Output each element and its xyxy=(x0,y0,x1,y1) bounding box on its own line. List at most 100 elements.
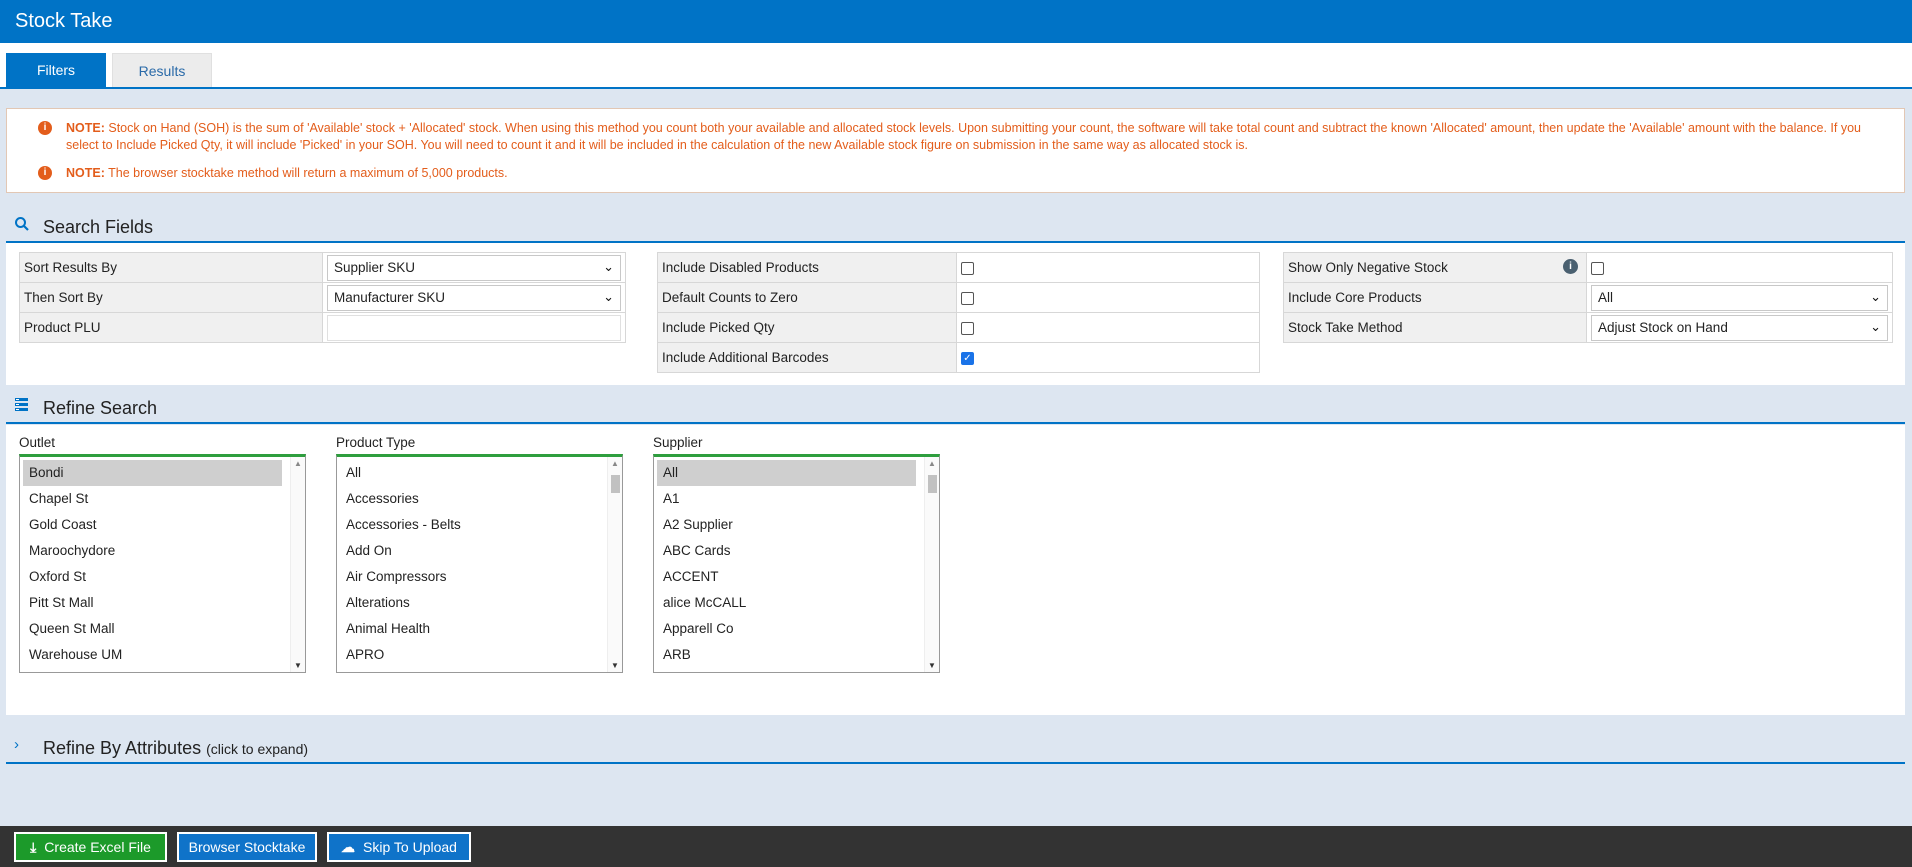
list-item[interactable]: Add On xyxy=(340,538,599,564)
search-icon xyxy=(14,216,30,237)
refine-search-header: Refine Search xyxy=(6,390,1905,424)
skip-to-upload-button[interactable]: ☁ Skip To Upload xyxy=(327,832,471,862)
list-item[interactable]: Apparell Co xyxy=(657,616,916,642)
list-item[interactable]: ARB xyxy=(657,642,916,668)
chevron-down-icon: ⌄ xyxy=(603,258,614,274)
button-label: Skip To Upload xyxy=(363,839,457,855)
section-title: Refine By Attributes xyxy=(43,738,202,758)
then-sort-by-label: Then Sort By xyxy=(19,282,323,313)
list-item[interactable]: Accessories - Belts xyxy=(340,512,599,538)
product-type-listbox[interactable]: All Accessories Accessories - Belts Add On A… xyxy=(336,454,623,673)
stock-take-method-label: Stock Take Method xyxy=(1283,312,1587,343)
notes-panel: i NOTE: Stock on Hand (SOH) is the sum o… xyxy=(6,108,1905,193)
list-item[interactable]: ABC Cards xyxy=(657,538,916,564)
list-item[interactable]: Queen St Mall xyxy=(23,616,282,642)
button-label: Browser Stocktake xyxy=(188,839,306,855)
button-label: Create Excel File xyxy=(44,839,151,855)
refine-attributes-title-wrap: Refine By Attributes (click to expand) xyxy=(43,738,308,759)
chevron-down-icon: ⌄ xyxy=(603,288,614,304)
note-text: The browser stocktake method will return… xyxy=(108,166,508,180)
download-icon: ⤓ xyxy=(30,839,37,855)
list-icon xyxy=(14,397,30,418)
chevron-down-icon: ⌄ xyxy=(1870,288,1881,304)
include-core-select[interactable]: All ⌄ xyxy=(1591,284,1888,311)
then-sort-by-select[interactable]: Manufacturer SKU ⌄ xyxy=(327,284,621,311)
show-negative-label-cell: Show Only Negative Stock i xyxy=(1283,252,1587,283)
list-item[interactable]: Accessories xyxy=(340,486,599,512)
tab-filters[interactable]: Filters xyxy=(6,53,106,87)
select-value: All xyxy=(1598,289,1614,305)
list-item[interactable]: Animal Health xyxy=(340,616,599,642)
sort-results-by-select[interactable]: Supplier SKU ⌄ xyxy=(327,254,621,281)
tab-strip: Filters Results xyxy=(0,43,1912,89)
scrollbar[interactable]: ▲ ▼ xyxy=(290,457,305,672)
scroll-thumb[interactable] xyxy=(928,475,937,493)
note-text: Stock on Hand (SOH) is the sum of 'Avail… xyxy=(66,121,1861,152)
include-barcodes-checkbox[interactable]: ✓ xyxy=(961,351,974,365)
include-picked-checkbox[interactable] xyxy=(961,321,974,335)
tab-results[interactable]: Results xyxy=(112,53,212,87)
list-item[interactable]: ACCENT xyxy=(657,564,916,590)
scroll-up-icon[interactable]: ▲ xyxy=(294,459,302,468)
list-item[interactable]: Alterations xyxy=(340,590,599,616)
default-counts-zero-checkbox[interactable] xyxy=(961,291,974,305)
include-disabled-checkbox[interactable] xyxy=(961,261,974,275)
select-value: Supplier SKU xyxy=(334,259,416,275)
list-item[interactable]: Oxford St xyxy=(23,564,282,590)
outlet-group: Outlet Bondi Chapel St Gold Coast Maroochyd… xyxy=(19,435,306,673)
list-item[interactable]: alice McCALL xyxy=(657,590,916,616)
include-picked-label: Include Picked Qty xyxy=(657,312,957,343)
list-item[interactable]: A2 Supplier xyxy=(657,512,916,538)
list-item[interactable]: Chapel St xyxy=(23,486,282,512)
list-item[interactable]: Air Compressors xyxy=(340,564,599,590)
include-barcodes-label: Include Additional Barcodes xyxy=(657,342,957,373)
product-type-group: Product Type All Accessories Accessories -… xyxy=(336,435,623,673)
scrollbar[interactable]: ▲ ▼ xyxy=(607,457,622,672)
list-item[interactable]: Bondi xyxy=(23,460,282,486)
list-item[interactable]: A1 xyxy=(657,486,916,512)
note-label: NOTE: xyxy=(66,121,105,135)
product-type-label: Product Type xyxy=(336,435,416,450)
create-excel-button[interactable]: ⤓ Create Excel File xyxy=(14,832,167,862)
outlet-listbox[interactable]: Bondi Chapel St Gold Coast Maroochydore Oxfo… xyxy=(19,454,306,673)
stock-take-method-select[interactable]: Adjust Stock on Hand ⌄ xyxy=(1591,314,1888,341)
list-item[interactable]: All xyxy=(340,460,599,486)
scroll-down-icon[interactable]: ▼ xyxy=(928,661,936,670)
list-item[interactable]: APRO xyxy=(340,642,599,668)
chevron-right-icon[interactable]: › xyxy=(14,736,19,753)
scroll-up-icon[interactable]: ▲ xyxy=(611,459,619,468)
refine-attributes-header[interactable]: › Refine By Attributes (click to expand) xyxy=(6,730,1905,764)
options-table: Include Disabled Products Default Counts… xyxy=(657,252,1260,373)
section-title: Search Fields xyxy=(43,217,154,237)
info-icon[interactable]: i xyxy=(1563,259,1578,274)
list-item[interactable]: Maroochydore xyxy=(23,538,282,564)
list-item[interactable]: Pitt St Mall xyxy=(23,590,282,616)
scroll-down-icon[interactable]: ▼ xyxy=(611,661,619,670)
note-soh: i NOTE: Stock on Hand (SOH) is the sum o… xyxy=(31,120,1876,154)
product-plu-input[interactable] xyxy=(327,314,621,341)
refine-search-panel: Outlet Bondi Chapel St Gold Coast Maroochyd… xyxy=(6,425,1905,715)
section-title: Refine Search xyxy=(43,398,158,418)
default-counts-zero-label: Default Counts to Zero xyxy=(657,282,957,313)
search-fields-panel: Sort Results By Supplier SKU ⌄ Then Sort … xyxy=(6,243,1905,385)
list-item[interactable]: Warehouse UM xyxy=(23,642,282,668)
expand-hint: (click to expand) xyxy=(206,741,309,757)
scroll-down-icon[interactable]: ▼ xyxy=(294,661,302,670)
stock-options-table: Show Only Negative Stock i Include Core … xyxy=(1283,252,1893,343)
select-value: Adjust Stock on Hand xyxy=(1598,319,1728,335)
include-disabled-label: Include Disabled Products xyxy=(657,252,957,283)
list-item[interactable]: All xyxy=(657,460,916,486)
outlet-label: Outlet xyxy=(19,435,56,450)
supplier-listbox[interactable]: All A1 A2 Supplier ABC Cards ACCENT alice McC… xyxy=(653,454,940,673)
browser-stocktake-button[interactable]: Browser Stocktake xyxy=(177,832,317,862)
scroll-thumb[interactable] xyxy=(611,475,620,493)
scroll-up-icon[interactable]: ▲ xyxy=(928,459,936,468)
scrollbar[interactable]: ▲ ▼ xyxy=(924,457,939,672)
chevron-down-icon: ⌄ xyxy=(1870,318,1881,334)
list-item[interactable]: Gold Coast xyxy=(23,512,282,538)
sort-filter-table: Sort Results By Supplier SKU ⌄ Then Sort … xyxy=(19,252,626,343)
cloud-upload-icon: ☁ xyxy=(341,839,356,855)
show-negative-checkbox[interactable] xyxy=(1591,261,1604,275)
supplier-group: Supplier All A1 A2 Supplier ABC Cards ACCENT… xyxy=(653,435,940,673)
include-core-label: Include Core Products xyxy=(1283,282,1587,313)
